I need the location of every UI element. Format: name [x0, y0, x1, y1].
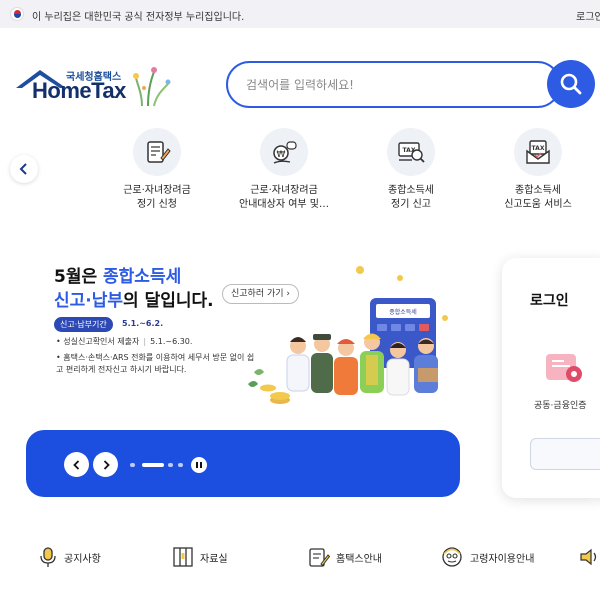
banner-line2: • 성실신고확인서 제출자 | 5.1.~6.30.: [56, 337, 193, 346]
korea-flag-icon: [10, 7, 24, 21]
quick-menu-label: 종합소득세 신고도움 서비스: [504, 185, 572, 210]
plant-deco-icon: [133, 67, 171, 107]
login-button[interactable]: [530, 438, 600, 470]
tax-envelope-icon: TAX: [514, 128, 562, 176]
person-soldier: [311, 334, 333, 393]
quick-menu-item-income-tax-help[interactable]: TAX 종합소득세 신고도움 서비스: [483, 128, 593, 212]
quick-menu-prev-button[interactable]: [10, 155, 38, 183]
banner-headline-line1: 5월은 종합소득세: [54, 267, 182, 287]
main-banner[interactable]: 5월은 종합소득세 신고·납부의 달입니다. 신고하러 가기 › 신고·납부기간…: [40, 250, 460, 420]
cert-login-label[interactable]: 공동·금융인증: [534, 398, 587, 411]
banner-pause-button[interactable]: [191, 457, 207, 473]
tax-magnifier-icon: TAX: [387, 128, 435, 176]
banner-next-button[interactable]: [93, 452, 118, 477]
calculator-label: 종합소득세: [389, 308, 417, 316]
search-button[interactable]: [547, 60, 595, 108]
elderly-icon: [442, 547, 462, 567]
slide-indicator[interactable]: [178, 463, 183, 467]
slide-indicator[interactable]: [130, 463, 135, 467]
bottom-nav-elderly-guide[interactable]: 고령자이용안내: [440, 545, 534, 569]
speaker-icon: [580, 548, 597, 566]
document-edit-icon: [309, 548, 330, 567]
document-pen-icon: [133, 128, 181, 176]
bottom-nav-audio[interactable]: [578, 545, 600, 569]
banner-slider-bar: [26, 430, 460, 497]
login-title: 로그인: [530, 293, 569, 309]
banner-headline-line2: 신고·납부의 달입니다.: [54, 291, 214, 311]
pause-icon: [196, 462, 202, 468]
quick-menu-label: 종합소득세 정기 신고: [388, 185, 434, 210]
login-card: 로그인 공동·금융인증: [502, 258, 600, 498]
quick-menu-item-incentive-target[interactable]: ₩ 근로·자녀장려금 안내대상자 여부 및…: [229, 128, 339, 212]
chevron-right-icon: [103, 459, 110, 470]
hometax-logo[interactable]: 국세청홈택스 HomeTax: [10, 64, 171, 110]
period-value: 5.1.~6.2.: [122, 319, 164, 328]
bottom-nav-notice[interactable]: 공지사항: [38, 545, 101, 569]
microphone-icon: [40, 547, 56, 567]
quick-menu-label: 근로·자녀장려금 정기 신청: [123, 185, 191, 210]
chevron-left-icon: [72, 459, 79, 470]
svg-text:₩: ₩: [277, 150, 286, 160]
gov-notice-bar: 이 누리집은 대한민국 공식 전자정부 누리집입니다. 로그인: [0, 0, 600, 28]
banner-prev-button[interactable]: [64, 452, 89, 477]
person-office: [386, 342, 410, 396]
quick-menu-item-income-tax-filing[interactable]: TAX 종합소득세 정기 신고: [356, 128, 466, 212]
search-input[interactable]: [246, 74, 546, 96]
slide-indicator-active[interactable]: [142, 463, 164, 467]
search-icon: [560, 73, 582, 95]
person-doctor: [286, 337, 310, 392]
certificate-icon[interactable]: [544, 348, 588, 392]
banner-line3: • 홈택스·손택스·ARS 전화를 이용하여 세무서 방문 없이 쉽고 편리하게…: [56, 353, 255, 374]
slide-indicator[interactable]: [168, 463, 173, 467]
taxpayers-illustration: 종합소득세: [248, 266, 448, 404]
svg-text:TAX: TAX: [532, 145, 545, 152]
bottom-nav-hometax-guide[interactable]: 홈택스안내: [308, 545, 382, 569]
bottom-nav-archive[interactable]: 자료실: [172, 545, 228, 569]
bookshelf-icon: [173, 547, 193, 567]
quick-menu-label: 근로·자녀장려금 안내대상자 여부 및…: [239, 185, 329, 210]
logo-english-text: HomeTax: [32, 78, 126, 103]
person-firefighter: [334, 339, 358, 395]
search-box: [226, 61, 561, 108]
won-hand-icon: ₩: [260, 128, 308, 176]
chevron-left-icon: [19, 163, 27, 175]
gov-notice-text: 이 누리집은 대한민국 공식 전자정부 누리집입니다.: [32, 12, 245, 23]
top-login-link[interactable]: 로그인: [576, 8, 600, 23]
period-badge: 신고·납부기간: [54, 317, 113, 332]
quick-menu-item-incentive-apply[interactable]: 근로·자녀장려금 정기 신청: [102, 128, 212, 212]
